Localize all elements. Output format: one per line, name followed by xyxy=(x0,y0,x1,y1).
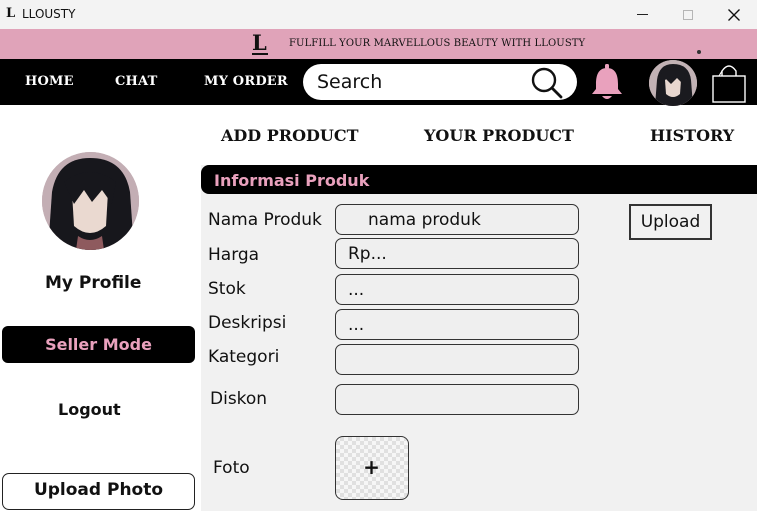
form-title: Informasi Produk xyxy=(214,171,370,190)
nav-chat-link[interactable]: CHAT xyxy=(115,74,157,90)
minimize-icon xyxy=(636,14,648,15)
search-icon[interactable] xyxy=(526,65,566,99)
diskon-field xyxy=(335,384,579,415)
maximize-icon xyxy=(683,9,693,20)
avatar-portrait-icon xyxy=(649,60,697,106)
label-foto: Foto xyxy=(213,458,250,478)
shopping-bag-icon[interactable] xyxy=(709,62,749,104)
label-harga: Harga xyxy=(208,245,260,265)
tab-add-product[interactable]: ADD PRODUCT xyxy=(221,126,358,146)
diskon-input[interactable] xyxy=(348,388,568,411)
tab-your-product[interactable]: YOUR PRODUCT xyxy=(424,126,574,146)
bell-icon[interactable] xyxy=(588,62,626,102)
window-titlebar: L LLOUSTY xyxy=(0,0,757,29)
nav-home-link[interactable]: HOME xyxy=(25,74,74,90)
label-stok: Stok xyxy=(208,279,246,299)
kategori-input[interactable] xyxy=(348,348,568,371)
deskripsi-input[interactable] xyxy=(348,313,568,336)
minimize-button[interactable] xyxy=(619,0,665,29)
my-profile-link[interactable]: My Profile xyxy=(45,273,141,293)
close-icon xyxy=(728,8,740,21)
add-photo-box[interactable]: + xyxy=(335,436,409,500)
window-title: LLOUSTY xyxy=(22,7,76,21)
logout-link[interactable]: Logout xyxy=(58,400,121,420)
label-diskon: Diskon xyxy=(210,389,268,409)
deskripsi-field xyxy=(335,309,579,340)
kategori-field xyxy=(335,344,579,375)
harga-field xyxy=(335,238,579,269)
label-nama-produk: Nama Produk xyxy=(208,210,322,230)
app-logo-icon: L xyxy=(6,6,16,21)
stok-input[interactable] xyxy=(348,278,568,301)
label-kategori: Kategori xyxy=(208,347,280,367)
stok-field xyxy=(335,274,579,305)
brand-logo: L xyxy=(252,32,270,56)
harga-input[interactable] xyxy=(348,242,568,265)
brand-tagline: FULFILL YOUR MARVELLOUS BEAUTY WITH LLOU… xyxy=(289,38,586,49)
profile-avatar[interactable] xyxy=(42,152,139,250)
search-bar xyxy=(303,64,577,100)
brand-banner: L FULFILL YOUR MARVELLOUS BEAUTY WITH LL… xyxy=(0,29,757,59)
nama-produk-input[interactable] xyxy=(368,208,588,231)
seller-mode-button[interactable]: Seller Mode xyxy=(2,326,195,363)
maximize-button[interactable] xyxy=(665,0,711,29)
search-input[interactable] xyxy=(317,69,517,95)
avatar[interactable] xyxy=(649,60,697,106)
nav-my-order-link[interactable]: MY ORDER xyxy=(204,74,288,90)
tab-history[interactable]: HISTORY xyxy=(650,126,734,146)
plus-icon: + xyxy=(363,455,380,479)
close-button[interactable] xyxy=(711,0,757,29)
nama-produk-field xyxy=(335,204,588,235)
label-deskripsi: Deskripsi xyxy=(208,313,287,333)
profile-portrait-icon xyxy=(42,152,139,250)
banner-dot xyxy=(697,50,701,54)
upload-photo-button[interactable]: Upload Photo xyxy=(2,473,195,510)
upload-button[interactable]: Upload xyxy=(629,204,712,240)
